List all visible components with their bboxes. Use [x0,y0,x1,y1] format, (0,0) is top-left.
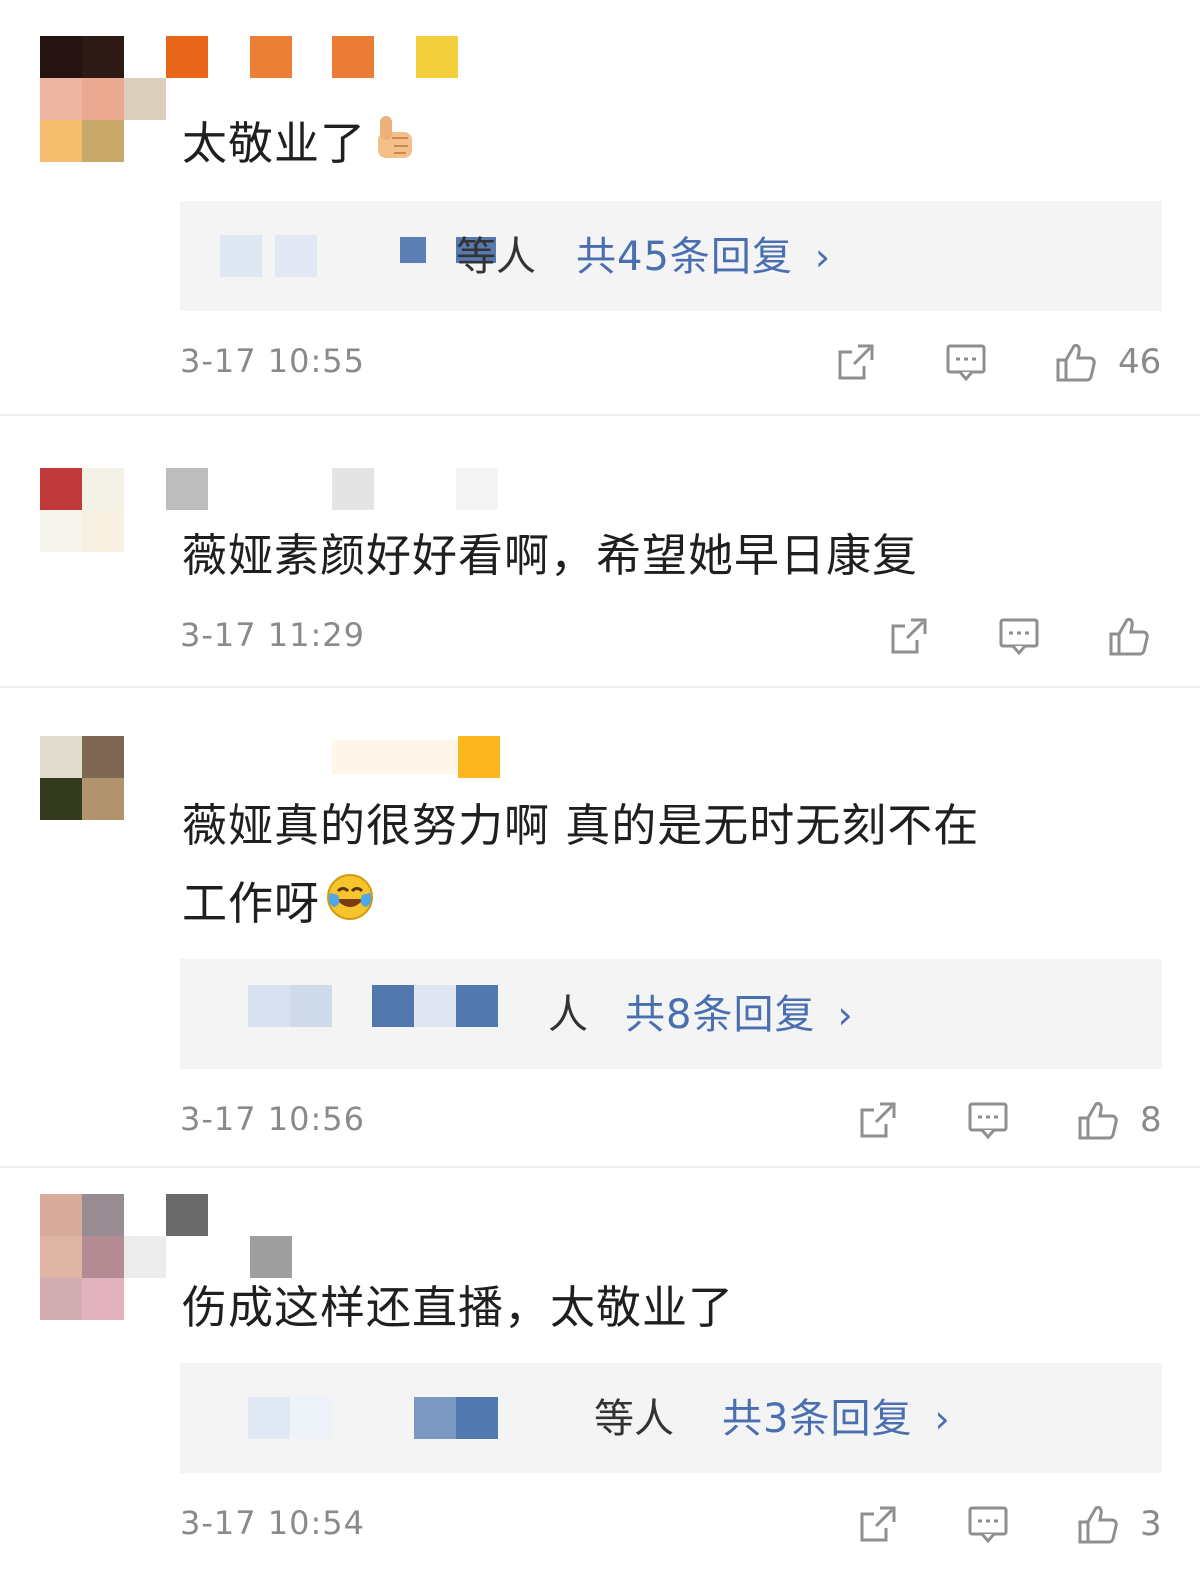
like-icon[interactable] [1054,340,1098,384]
comment-actions: 3 [856,1502,1166,1552]
comment-text: 太敬业了 [182,108,420,183]
like-count: 46 [1118,342,1162,382]
comment-icon[interactable] [944,340,988,384]
reply-users-suffix: 等人 [594,1396,674,1442]
like-icon[interactable] [1107,614,1151,658]
share-icon[interactable] [834,340,878,384]
reply-summary[interactable]: 等人 共3条回复 › [180,1363,1162,1473]
chevron-right-icon: › [934,1397,951,1441]
comment-time: 3-17 10:55 [180,342,366,380]
comment-time: 3-17 10:54 [180,1504,366,1542]
reply-users-masked [248,1389,578,1445]
comment-actions: 8 [856,1098,1166,1148]
reply-count-link[interactable]: 共8条回复 › [625,987,854,1043]
thumbs-up-icon [370,111,420,183]
comment-text: 工作呀 [182,868,376,944]
reply-users-suffix: 等人 [456,234,536,280]
comment-icon[interactable] [966,1502,1010,1546]
like-icon[interactable] [1076,1098,1120,1142]
reply-users-masked [248,985,508,1041]
reply-users-suffix: 人 [548,992,588,1038]
share-icon[interactable] [856,1098,900,1142]
reply-count-link[interactable]: 共3条回复 › [722,1391,951,1447]
comment-time: 3-17 10:56 [180,1100,366,1138]
comment-time: 3-17 11:29 [180,616,366,654]
avatar[interactable] [40,36,166,162]
comment-actions [887,614,1167,664]
divider [0,414,1200,416]
divider [0,686,1200,688]
avatar[interactable] [40,736,166,862]
reply-users-masked [220,227,496,283]
comment-actions: 46 [834,340,1164,390]
divider [0,1166,1200,1168]
share-icon[interactable] [856,1502,900,1546]
laughing-crying-icon [324,871,376,944]
chevron-right-icon: › [814,235,832,279]
like-count: 8 [1140,1100,1162,1140]
comment-icon[interactable] [966,1098,1010,1142]
comment-text-line: 薇娅真的很努力啊 真的是无时无刻不在 [182,799,980,852]
chevron-right-icon: › [837,993,854,1037]
comment-icon[interactable] [997,614,1041,658]
reply-summary[interactable]: 等人 共45条回复 › [180,201,1162,311]
reply-count-link[interactable]: 共45条回复 › [576,229,831,285]
avatar[interactable] [40,1194,166,1320]
like-count: 3 [1140,1504,1162,1544]
share-icon[interactable] [887,614,931,658]
comment-text: 伤成这样还直播，太敬业了 [182,1281,735,1334]
comment-text: 薇娅素颜好好看啊，希望她早日康复 [182,529,919,582]
reply-summary[interactable]: 人 共8条回复 › [180,959,1162,1069]
avatar[interactable] [40,468,166,594]
like-icon[interactable] [1076,1502,1120,1546]
